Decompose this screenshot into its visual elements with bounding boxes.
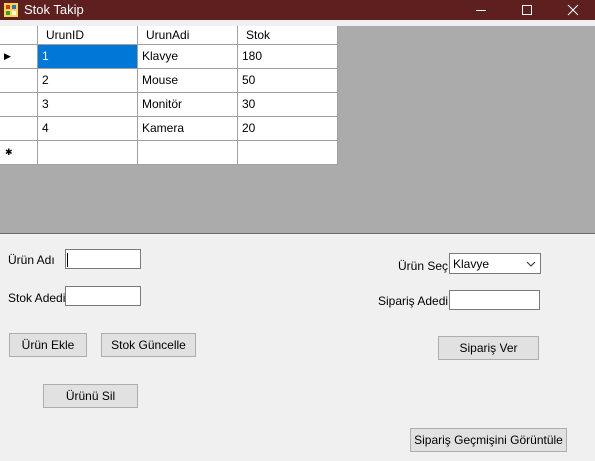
row-header[interactable] — [0, 93, 38, 117]
siparis-adedi-label: Sipariş Adedi — [378, 294, 449, 308]
new-row-cell[interactable] — [238, 141, 338, 165]
siparis-adedi-input[interactable] — [449, 290, 540, 310]
close-icon — [567, 4, 579, 16]
urun-sec-dropdown[interactable]: Klavye — [449, 253, 541, 274]
title-bar[interactable]: Stok Takip — [0, 0, 595, 20]
urun-sec-label: Ürün Seç — [398, 259, 449, 273]
urun-adi-input[interactable] — [65, 249, 141, 269]
grid-divider — [0, 233, 595, 234]
grid-cell-urunid[interactable]: 1 — [38, 45, 138, 69]
current-row-icon: ▶ — [4, 51, 11, 61]
grid-cell-urunadi[interactable]: Mouse — [138, 69, 238, 93]
column-header-stok[interactable]: Stok — [238, 26, 338, 45]
grid-cell-urunid[interactable]: 4 — [38, 117, 138, 141]
product-grid[interactable]: UrunID UrunAdi Stok ▶ 1 Klavye 180 2 Mou… — [0, 26, 595, 233]
window-title: Stok Takip — [24, 2, 84, 17]
text-caret — [67, 253, 68, 267]
stok-guncelle-button[interactable]: Stok Güncelle — [101, 333, 196, 357]
grid-corner-header[interactable] — [0, 26, 38, 45]
minimize-icon — [476, 10, 486, 11]
maximize-button[interactable] — [504, 0, 550, 20]
app-icon — [4, 3, 18, 17]
grid-cell-stok[interactable]: 180 — [238, 45, 338, 69]
stok-adedi-label: Stok Adedi — [8, 291, 66, 305]
new-row-cell[interactable] — [38, 141, 138, 165]
new-row-cell[interactable] — [138, 141, 238, 165]
urun-sec-selected: Klavye — [453, 257, 490, 271]
row-header[interactable] — [0, 117, 38, 141]
grid-cell-urunid[interactable]: 3 — [38, 93, 138, 117]
urun-ekle-button[interactable]: Ürün Ekle — [9, 333, 87, 357]
new-row-header[interactable]: ✱ — [0, 141, 38, 165]
minimize-button[interactable] — [458, 0, 504, 20]
column-header-urunid[interactable]: UrunID — [38, 26, 138, 45]
column-header-urunadi[interactable]: UrunAdi — [138, 26, 238, 45]
urun-adi-label: Ürün Adı — [8, 253, 55, 267]
grid-cell-urunadi[interactable]: Klavye — [138, 45, 238, 69]
row-header[interactable] — [0, 69, 38, 93]
urunu-sil-button[interactable]: Ürünü Sil — [43, 384, 138, 408]
grid-cell-urunadi[interactable]: Kamera — [138, 117, 238, 141]
grid-cell-urunadi[interactable]: Monitör — [138, 93, 238, 117]
row-header[interactable]: ▶ — [0, 45, 38, 69]
grid-cell-stok[interactable]: 20 — [238, 117, 338, 141]
new-row-icon: ✱ — [5, 147, 13, 157]
maximize-icon — [522, 5, 532, 15]
grid-cell-stok[interactable]: 30 — [238, 93, 338, 117]
siparis-gecmisi-button[interactable]: Sipariş Geçmişini Görüntüle — [410, 428, 567, 452]
stok-adedi-input[interactable] — [65, 286, 141, 306]
siparis-ver-button[interactable]: Sipariş Ver — [438, 336, 539, 360]
grid-cell-stok[interactable]: 50 — [238, 69, 338, 93]
chevron-down-icon — [526, 261, 536, 267]
close-button[interactable] — [550, 0, 595, 20]
grid-cell-urunid[interactable]: 2 — [38, 69, 138, 93]
